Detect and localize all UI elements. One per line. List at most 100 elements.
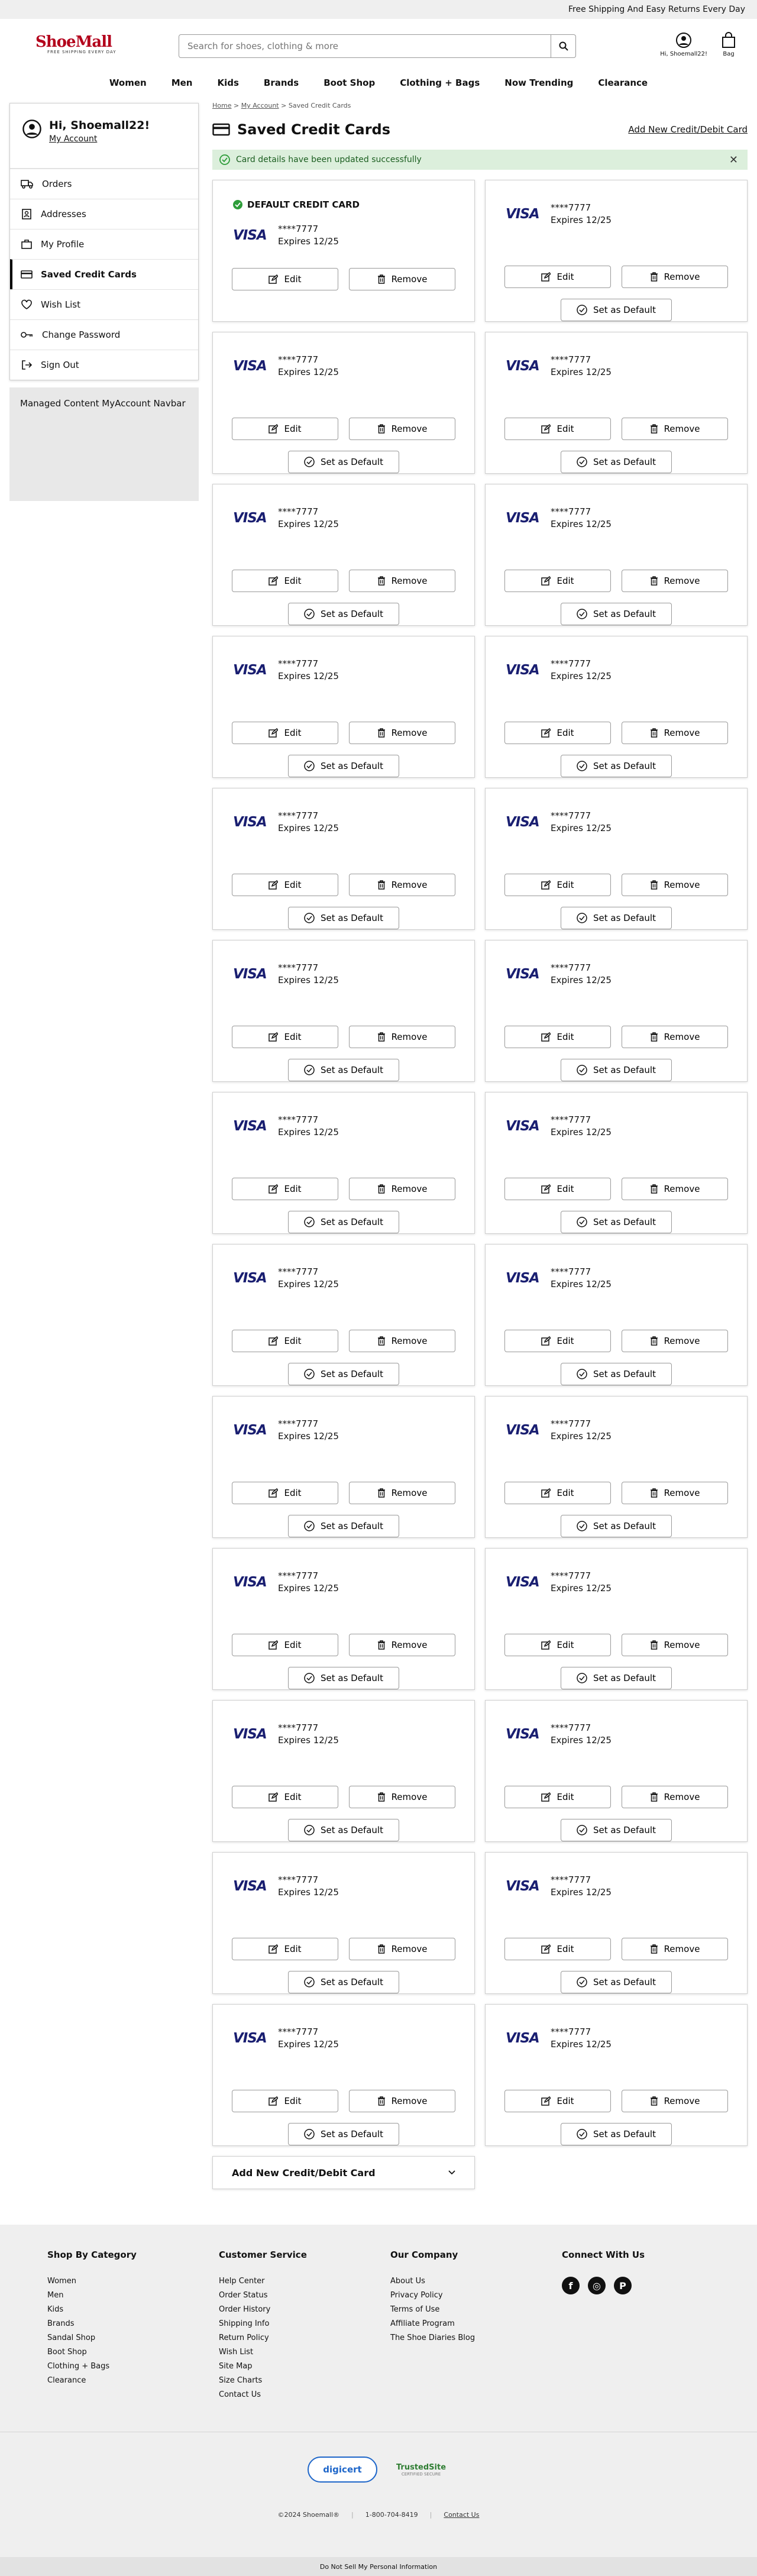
footer-link[interactable]: Boot Shop [47, 2348, 201, 2362]
footer-link[interactable]: Wish List [219, 2348, 373, 2362]
nav-now-trending[interactable]: Now Trending [492, 77, 585, 88]
remove-card-button[interactable]: Remove [622, 418, 728, 440]
nav-boot-shop[interactable]: Boot Shop [311, 77, 387, 88]
edit-card-button[interactable]: Edit [504, 1482, 611, 1504]
sidebar-item-orders[interactable]: Orders [10, 169, 198, 199]
remove-card-button[interactable]: Remove [349, 2090, 455, 2112]
set-default-button[interactable]: Set as Default [561, 755, 672, 777]
add-new-card-toggle[interactable]: Add New Credit/Debit Card [212, 2156, 475, 2189]
nav-kids[interactable]: Kids [205, 77, 251, 88]
search-button[interactable] [551, 35, 575, 57]
edit-card-button[interactable]: Edit [232, 418, 338, 440]
footer-link[interactable]: Order History [219, 2305, 373, 2319]
remove-card-button[interactable]: Remove [349, 1026, 455, 1048]
sidebar-item-wish-list[interactable]: Wish List [10, 289, 198, 319]
remove-card-button[interactable]: Remove [349, 268, 455, 290]
edit-card-button[interactable]: Edit [232, 722, 338, 744]
account-button[interactable]: Hi, Shoemall22! [660, 32, 707, 57]
sidebar-item-my-profile[interactable]: My Profile [10, 229, 198, 259]
set-default-button[interactable]: Set as Default [288, 1819, 399, 1841]
remove-card-button[interactable]: Remove [349, 1178, 455, 1200]
set-default-button[interactable]: Set as Default [561, 1059, 672, 1081]
footer-link[interactable]: Terms of Use [390, 2305, 544, 2319]
edit-card-button[interactable]: Edit [504, 266, 611, 288]
nav-clothing-bags[interactable]: Clothing + Bags [387, 77, 492, 88]
remove-card-button[interactable]: Remove [622, 570, 728, 592]
remove-card-button[interactable]: Remove [622, 2090, 728, 2112]
add-new-card-link[interactable]: Add New Credit/Debit Card [628, 124, 748, 135]
nav-brands[interactable]: Brands [251, 77, 311, 88]
sidebar-item-sign-out[interactable]: Sign Out [10, 350, 198, 380]
do-not-sell-link[interactable]: Do Not Sell My Personal Information [320, 2563, 437, 2571]
bag-button[interactable]: Bag [722, 32, 736, 57]
edit-card-button[interactable]: Edit [504, 1938, 611, 1960]
remove-card-button[interactable]: Remove [622, 1178, 728, 1200]
set-default-button[interactable]: Set as Default [288, 1363, 399, 1385]
footer-link[interactable]: Privacy Policy [390, 2291, 544, 2305]
remove-card-button[interactable]: Remove [622, 1634, 728, 1656]
remove-card-button[interactable]: Remove [349, 1938, 455, 1960]
footer-link[interactable]: Size Charts [219, 2376, 373, 2390]
set-default-button[interactable]: Set as Default [288, 1059, 399, 1081]
nav-women[interactable]: Women [97, 77, 159, 88]
edit-card-button[interactable]: Edit [232, 1330, 338, 1352]
close-icon[interactable]: ✕ [729, 154, 738, 166]
set-default-button[interactable]: Set as Default [561, 299, 672, 321]
set-default-button[interactable]: Set as Default [288, 907, 399, 929]
logo[interactable]: ShoeMall FREE SHIPPING EVERY DAY [35, 33, 130, 54]
edit-card-button[interactable]: Edit [232, 570, 338, 592]
footer-link[interactable]: Kids [47, 2305, 201, 2319]
edit-card-button[interactable]: Edit [232, 1178, 338, 1200]
remove-card-button[interactable]: Remove [622, 1330, 728, 1352]
set-default-button[interactable]: Set as Default [561, 1971, 672, 1993]
nav-clearance[interactable]: Clearance [585, 77, 660, 88]
set-default-button[interactable]: Set as Default [288, 2123, 399, 2145]
trustedsite-badge[interactable]: TrustedSite CERTIFIED SECURE [393, 2457, 449, 2483]
footer-link[interactable]: Return Policy [219, 2333, 373, 2348]
footer-link[interactable]: Clothing + Bags [47, 2362, 201, 2376]
footer-link[interactable]: Men [47, 2291, 201, 2305]
remove-card-button[interactable]: Remove [622, 722, 728, 744]
set-default-button[interactable]: Set as Default [561, 2123, 672, 2145]
remove-card-button[interactable]: Remove [349, 1330, 455, 1352]
remove-card-button[interactable]: Remove [349, 874, 455, 896]
footer-link[interactable]: Brands [47, 2319, 201, 2333]
edit-card-button[interactable]: Edit [504, 1178, 611, 1200]
footer-link[interactable]: Shipping Info [219, 2319, 373, 2333]
nav-men[interactable]: Men [159, 77, 205, 88]
edit-card-button[interactable]: Edit [232, 1938, 338, 1960]
set-default-button[interactable]: Set as Default [561, 1211, 672, 1233]
set-default-button[interactable]: Set as Default [288, 755, 399, 777]
footer-link[interactable]: Women [47, 2277, 201, 2291]
set-default-button[interactable]: Set as Default [561, 451, 672, 473]
set-default-button[interactable]: Set as Default [561, 1819, 672, 1841]
instagram-icon[interactable]: ◎ [588, 2277, 606, 2294]
edit-card-button[interactable]: Edit [504, 570, 611, 592]
edit-card-button[interactable]: Edit [504, 2090, 611, 2112]
remove-card-button[interactable]: Remove [349, 418, 455, 440]
set-default-button[interactable]: Set as Default [288, 1667, 399, 1689]
remove-card-button[interactable]: Remove [349, 570, 455, 592]
edit-card-button[interactable]: Edit [504, 1786, 611, 1808]
remove-card-button[interactable]: Remove [622, 1938, 728, 1960]
edit-card-button[interactable]: Edit [504, 874, 611, 896]
footer-link[interactable]: The Shoe Diaries Blog [390, 2333, 544, 2348]
my-account-link[interactable]: My Account [49, 134, 150, 144]
pinterest-icon[interactable]: P [614, 2277, 632, 2294]
digicert-badge[interactable]: digicert [308, 2457, 377, 2483]
facebook-icon[interactable]: f [562, 2277, 580, 2294]
edit-card-button[interactable]: Edit [504, 418, 611, 440]
remove-card-button[interactable]: Remove [622, 874, 728, 896]
edit-card-button[interactable]: Edit [504, 1330, 611, 1352]
remove-card-button[interactable]: Remove [622, 1482, 728, 1504]
set-default-button[interactable]: Set as Default [288, 1971, 399, 1993]
remove-card-button[interactable]: Remove [349, 1786, 455, 1808]
set-default-button[interactable]: Set as Default [561, 907, 672, 929]
edit-card-button[interactable]: Edit [232, 1026, 338, 1048]
set-default-button[interactable]: Set as Default [288, 451, 399, 473]
breadcrumb-my-account[interactable]: My Account [241, 102, 279, 109]
edit-card-button[interactable]: Edit [504, 1634, 611, 1656]
remove-card-button[interactable]: Remove [349, 1482, 455, 1504]
set-default-button[interactable]: Set as Default [288, 1211, 399, 1233]
set-default-button[interactable]: Set as Default [561, 1363, 672, 1385]
